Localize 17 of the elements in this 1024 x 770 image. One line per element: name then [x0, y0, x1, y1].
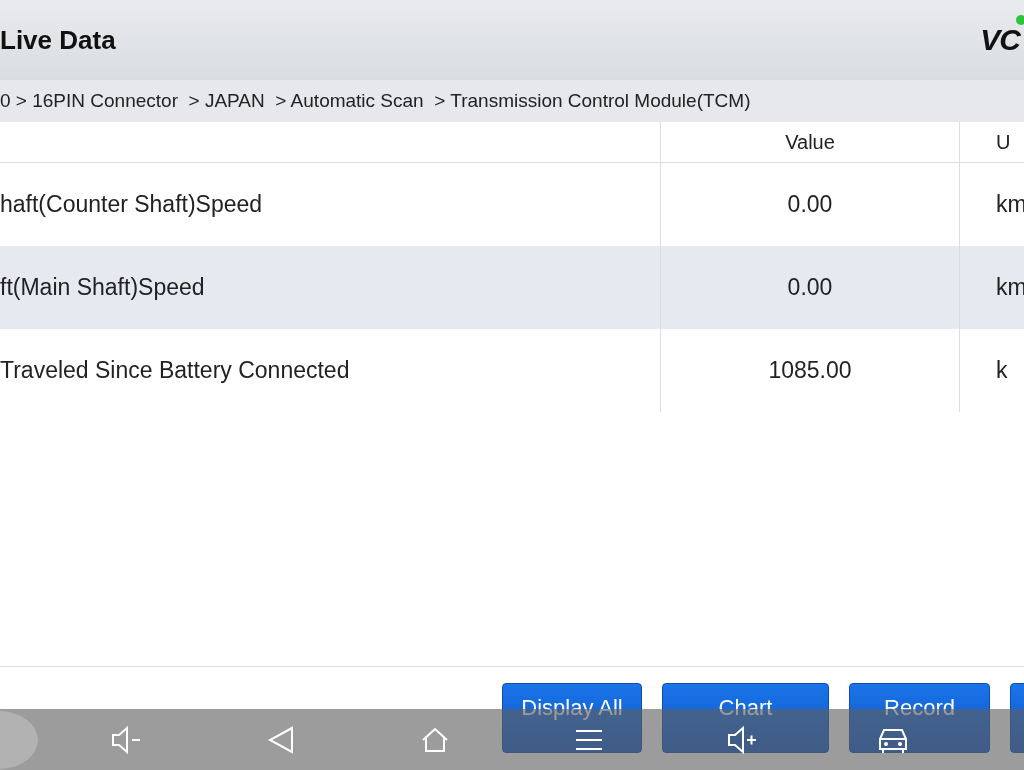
logo: VC	[980, 23, 1024, 57]
home-icon[interactable]	[420, 725, 450, 755]
page-title: Live Data	[0, 24, 116, 56]
table-row[interactable]: Traveled Since Battery Connected 1085.00 k	[0, 329, 1024, 412]
column-header: U	[995, 129, 1012, 155]
column-header: Value	[661, 122, 960, 162]
action-button[interactable]: Display All	[502, 683, 642, 753]
back-icon[interactable]	[266, 725, 296, 755]
table-cell: ft(Main Shaft)Speed	[0, 246, 661, 329]
table-cell: 1085.00	[661, 329, 960, 412]
table-cell-text: k	[995, 356, 1009, 385]
table-cell: Traveled Since Battery Connected	[0, 329, 661, 412]
table-cell: 0.00	[661, 246, 960, 329]
breadcrumb: 0 > 16PIN Connector > JAPAN > Automatic Scan > Transmission Control Module(TCM)	[0, 80, 1024, 122]
action-button[interactable]: Record	[849, 683, 990, 753]
action-button[interactable]: Chart	[662, 683, 829, 753]
status-dot-icon	[1016, 15, 1024, 25]
